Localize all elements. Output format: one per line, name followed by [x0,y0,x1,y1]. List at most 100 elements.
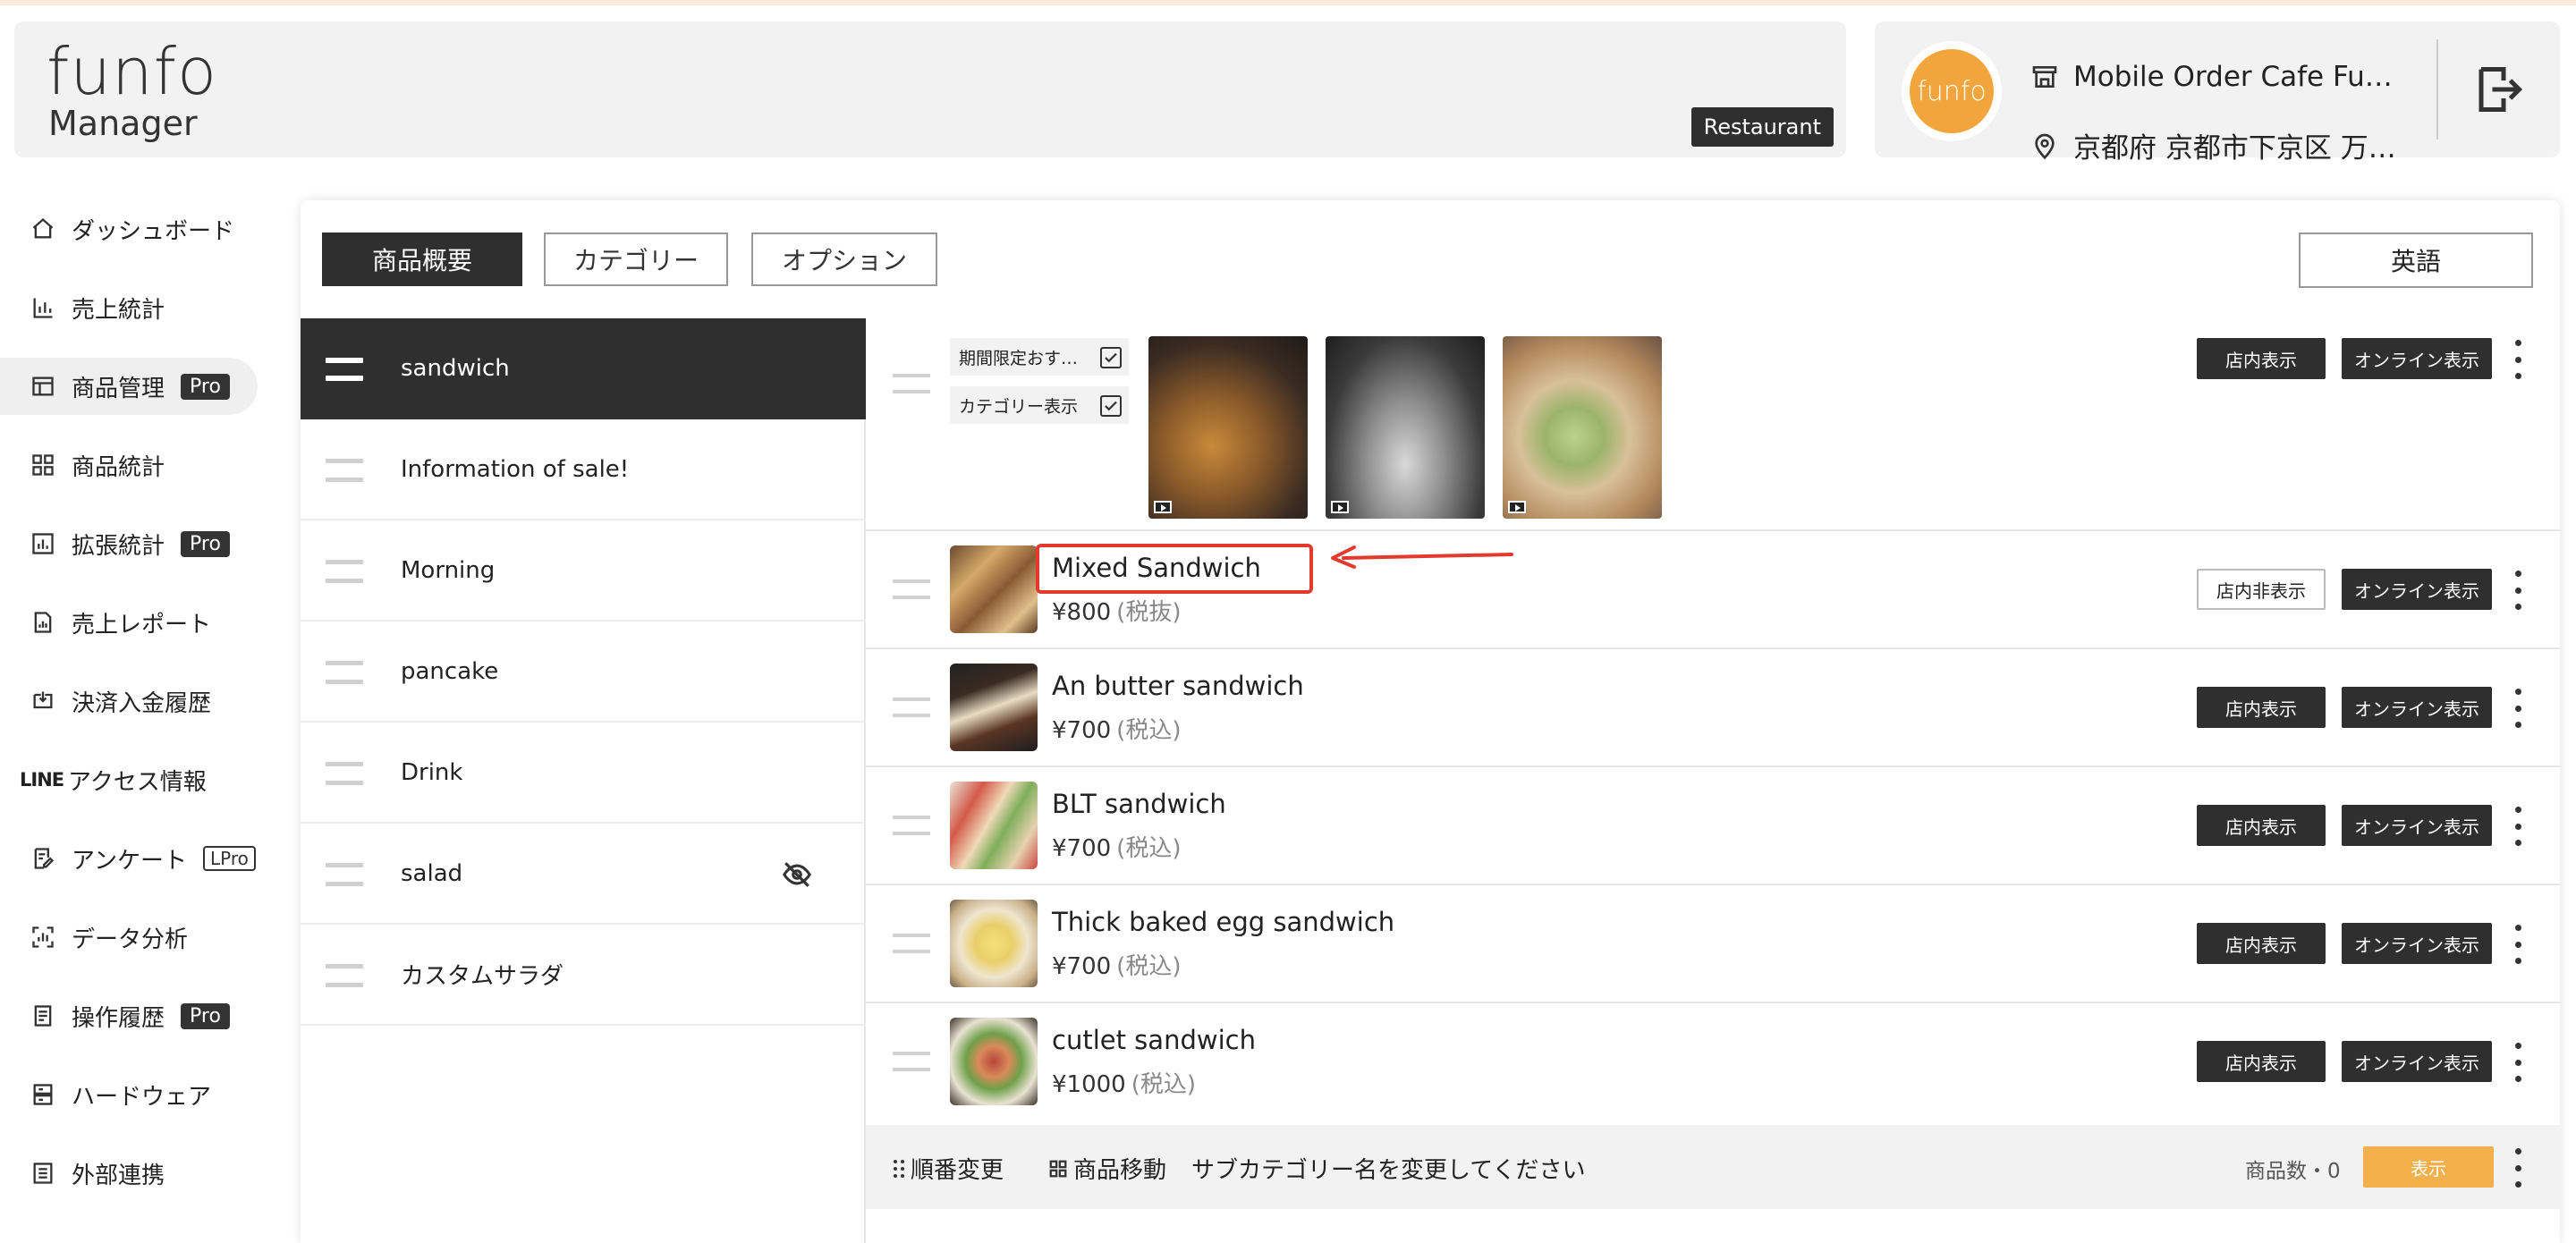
online-display-button[interactable]: オンライン表示 [2342,338,2492,379]
show-button[interactable]: 表示 [2363,1146,2494,1188]
checkmark-icon [1100,395,1122,417]
app-header: funfo Manager Restaurant [14,21,1846,157]
more-vertical-icon[interactable] [2513,1148,2522,1188]
line-icon: LINE [20,769,64,791]
online-display-button[interactable]: オンライン表示 [2342,569,2492,610]
tab-category[interactable]: カテゴリー [544,233,728,286]
reorder-button[interactable]: 順番変更 [893,1152,1004,1185]
product-price: ¥700 (税込) [1052,830,1181,863]
category-video-thumbnail[interactable] [1503,336,1662,519]
hardware-icon [30,1082,55,1107]
category-display-checkbox[interactable]: カテゴリー表示 [950,386,1129,424]
sidebar-item-dashboard[interactable]: ダッシュボード [14,200,272,258]
more-vertical-icon[interactable] [2513,571,2522,610]
more-vertical-icon[interactable] [2513,925,2522,964]
limited-time-checkbox[interactable]: 期間限定おす… [950,338,1129,376]
grid-small-icon [1049,1160,1067,1177]
sidebar-item-payment-history[interactable]: 決済入金履歴 [14,672,272,730]
drag-handle-icon[interactable] [893,816,930,835]
category-item[interactable]: Information of sale! [301,419,866,520]
category-item-sandwich[interactable]: sandwich [301,318,866,419]
drag-handle-icon[interactable] [326,560,363,583]
category-label: カスタムサラダ [401,963,564,990]
video-icon [1508,501,1526,513]
category-item[interactable]: salad [301,824,866,925]
drag-handle-icon[interactable] [893,934,930,953]
tax-label: (税込) [1116,953,1182,980]
sidebar-item-label: 拡張統計 [72,532,165,560]
tab-product-overview[interactable]: 商品概要 [322,233,522,286]
store-display-button[interactable]: 店内表示 [2197,1041,2326,1082]
more-vertical-icon[interactable] [2513,689,2522,728]
category-video-thumbnail[interactable] [1148,336,1308,519]
category-item[interactable]: カスタムサラダ [301,925,866,1026]
drag-handle-icon[interactable] [893,374,930,393]
bar-chart-icon [30,295,55,320]
logout-icon[interactable] [2472,63,2526,116]
category-item[interactable]: pancake [301,622,866,723]
online-display-button[interactable]: オンライン表示 [2342,1041,2492,1082]
online-display-button[interactable]: オンライン表示 [2342,923,2492,964]
language-button[interactable]: 英語 [2299,233,2533,288]
sidebar-item-data-analysis[interactable]: データ分析 [14,909,272,966]
drag-handle-icon[interactable] [326,358,363,381]
online-display-button[interactable]: オンライン表示 [2342,805,2492,846]
sidebar-item-sales-report[interactable]: 売上レポート [14,594,272,651]
store-display-button[interactable]: 店内表示 [2197,338,2326,379]
store-display-button[interactable]: 店内表示 [2197,805,2326,846]
drag-handle-icon[interactable] [893,579,930,599]
online-display-button[interactable]: オンライン表示 [2342,687,2492,728]
move-label: 商品移動 [1073,1157,1167,1184]
more-vertical-icon[interactable] [2513,807,2522,846]
product-area: 期間限定おす… カテゴリー表示 店内表示 オンライン表示 Mixed Sandw… [866,318,2560,1243]
sidebar: ダッシュボード 売上統計 商品管理 Pro 商品統計 拡張統計 Pro 売上レポ… [0,188,277,1243]
pro-badge: Pro [181,373,230,400]
sidebar-item-survey[interactable]: アンケート LPro [14,830,272,887]
move-products-button[interactable]: 商品移動 [1048,1152,1166,1185]
drag-handle-icon[interactable] [326,762,363,785]
category-item[interactable]: Drink [301,723,866,824]
main-panel: 商品概要 カテゴリー オプション 英語 sandwich Information… [301,200,2560,1243]
sidebar-item-sales-stats[interactable]: 売上統計 [14,279,272,336]
sidebar-item-label: ダッシュボード [72,217,235,245]
tab-options[interactable]: オプション [751,233,937,286]
row-divider [866,529,2560,531]
product-image [950,782,1038,869]
category-label: pancake [401,657,499,685]
sidebar-item-operation-history[interactable]: 操作履歴 Pro [14,987,272,1044]
subcategory-name-field[interactable]: サブカテゴリー名を変更してください [1191,1152,1585,1185]
product-image [950,545,1038,633]
layout-icon [30,374,55,399]
grid-icon [30,452,55,478]
store-address: 京都府 京都市下京区 万… [2073,132,2396,165]
drag-handle-icon[interactable] [326,661,363,684]
category-video-thumbnail[interactable] [1326,336,1485,519]
video-icon [1154,501,1172,513]
sidebar-item-product-management[interactable]: 商品管理 Pro [0,358,258,415]
drag-handle-icon[interactable] [326,459,363,482]
drag-handle-icon[interactable] [893,1052,930,1071]
sidebar-item-hardware[interactable]: ハードウェア [14,1066,272,1123]
price-value: ¥800 [1052,599,1112,626]
drag-handle-icon[interactable] [326,964,363,987]
lpro-badge: LPro [202,846,256,871]
drag-handle-icon[interactable] [893,698,930,717]
drag-dots-icon [894,1159,904,1178]
store-display-button[interactable]: 店内表示 [2197,923,2326,964]
drag-handle-icon[interactable] [326,863,363,886]
more-vertical-icon[interactable] [2513,340,2522,379]
sidebar-item-extended-stats[interactable]: 拡張統計 Pro [14,515,272,572]
store-icon [2032,66,2057,88]
category-label: Morning [401,556,496,584]
store-hidden-button[interactable]: 店内非表示 [2197,569,2326,610]
more-vertical-icon[interactable] [2513,1043,2522,1082]
store-display-button[interactable]: 店内表示 [2197,687,2326,728]
category-item[interactable]: Morning [301,520,866,622]
sidebar-item-label: 商品統計 [72,453,165,481]
store-avatar[interactable]: funfo [1902,41,2002,141]
store-address-row: 京都府 京都市下京区 万… [2030,125,2396,165]
sidebar-item-label: 商品管理 [72,375,165,402]
eye-off-icon[interactable] [780,859,814,890]
sidebar-item-product-stats[interactable]: 商品統計 [14,436,272,494]
sidebar-item-access-info[interactable]: LINE アクセス情報 [14,751,272,808]
